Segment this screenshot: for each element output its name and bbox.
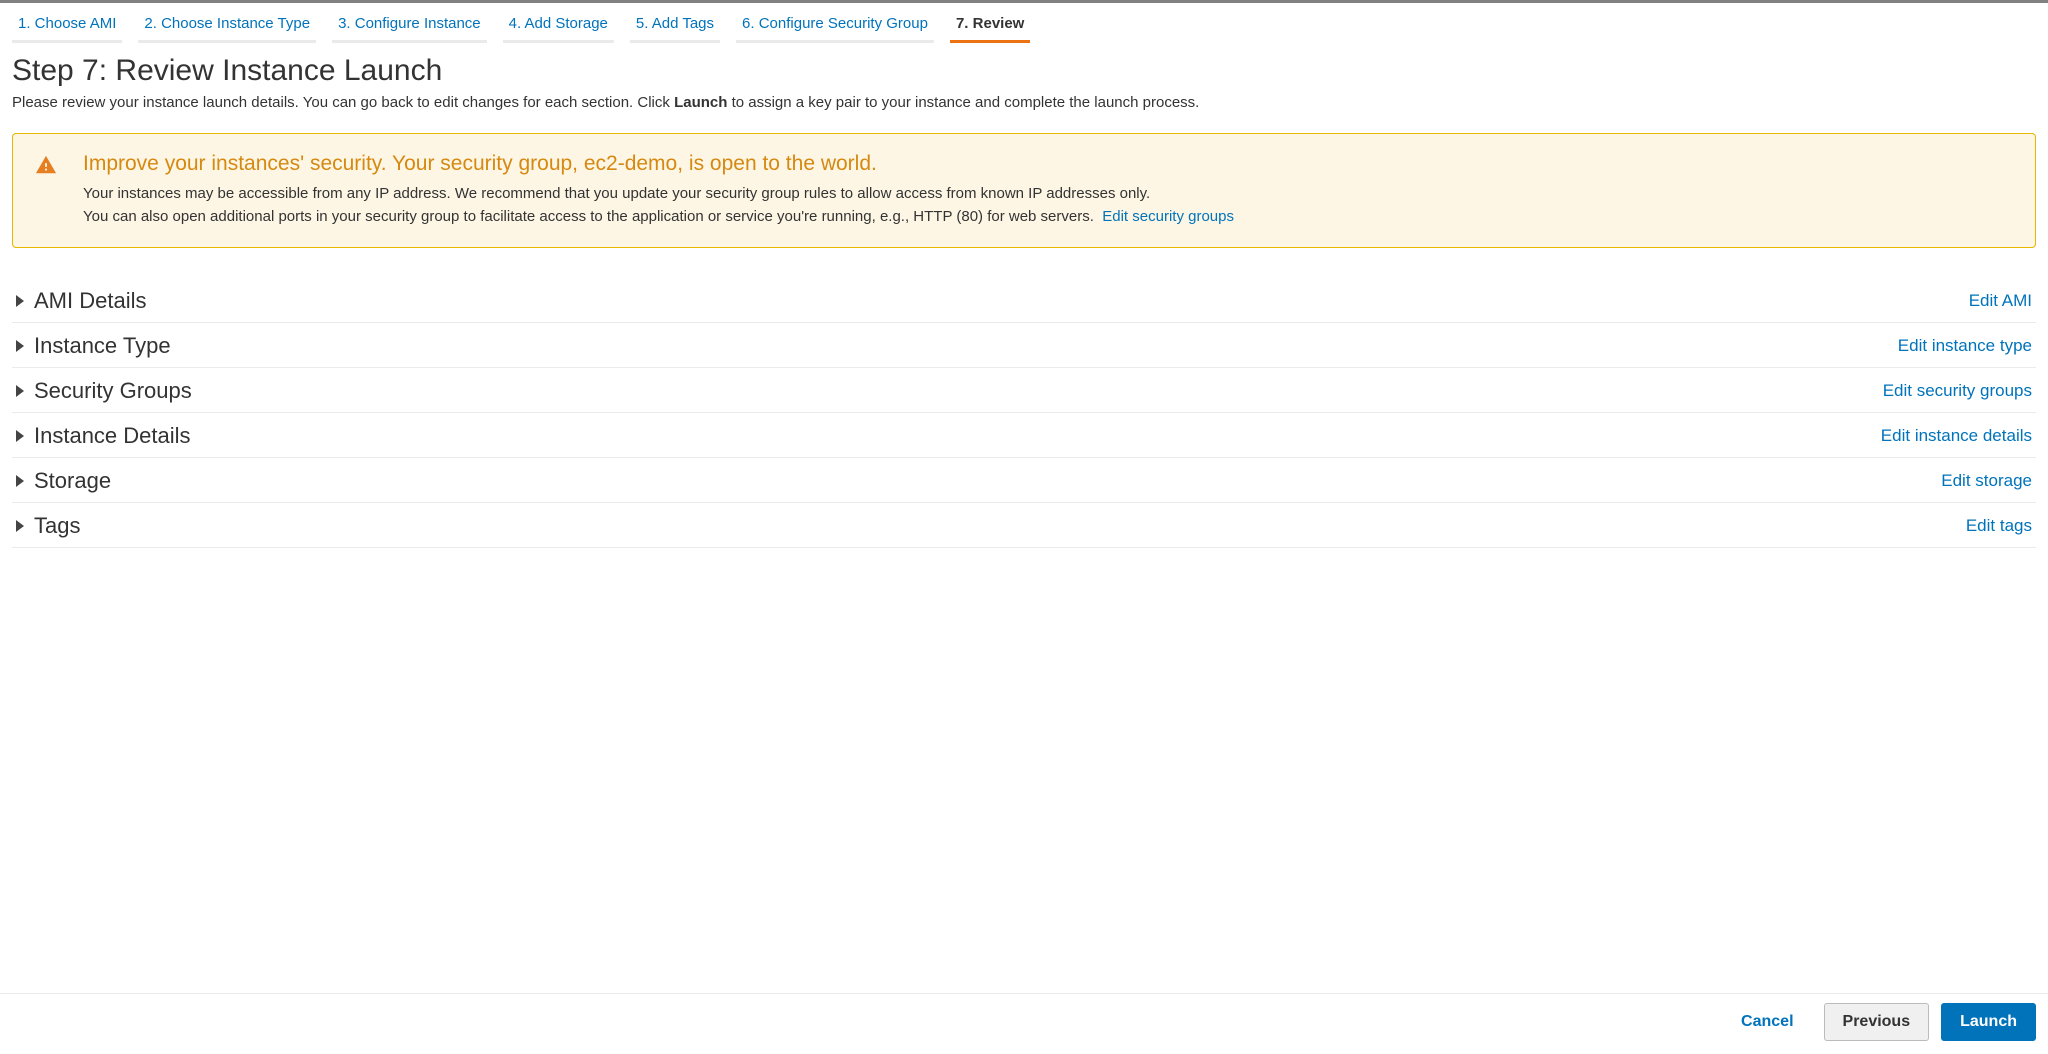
section-title-instance-details: Instance Details	[34, 423, 191, 449]
edit-storage-link[interactable]: Edit storage	[1941, 471, 2032, 491]
subtitle-suffix: to assign a key pair to your instance an…	[727, 94, 1199, 111]
subtitle-bold: Launch	[674, 94, 727, 111]
section-title-instance-type: Instance Type	[34, 333, 171, 359]
disclosure-icon[interactable]	[16, 340, 24, 352]
warning-body: Improve your instances' security. Your s…	[83, 152, 1234, 229]
warning-text: Your instances may be accessible from an…	[83, 182, 1234, 229]
disclosure-icon[interactable]	[16, 430, 24, 442]
disclosure-icon[interactable]	[16, 475, 24, 487]
content-area: Step 7: Review Instance Launch Please re…	[0, 44, 2048, 558]
wizard-step-add-storage[interactable]: 4. Add Storage	[503, 11, 614, 43]
edit-instance-type-link[interactable]: Edit instance type	[1898, 336, 2032, 356]
warning-title: Improve your instances' security. Your s…	[83, 152, 1234, 176]
section-title-storage: Storage	[34, 468, 111, 494]
section-instance-type: Instance Type Edit instance type	[12, 323, 2036, 368]
footer-actions: Cancel Previous Launch	[1723, 1003, 2036, 1041]
disclosure-icon[interactable]	[16, 295, 24, 307]
wizard-step-review[interactable]: 7. Review	[950, 11, 1030, 43]
edit-tags-link[interactable]: Edit tags	[1966, 516, 2032, 536]
section-title-tags: Tags	[34, 513, 80, 539]
subtitle-prefix: Please review your instance launch detai…	[12, 94, 674, 111]
wizard-step-choose-instance-type[interactable]: 2. Choose Instance Type	[138, 11, 316, 43]
warning-edit-security-groups-link[interactable]: Edit security groups	[1102, 208, 1234, 225]
security-warning-panel: Improve your instances' security. Your s…	[12, 133, 2036, 248]
disclosure-icon[interactable]	[16, 520, 24, 532]
warning-line1: Your instances may be accessible from an…	[83, 185, 1150, 202]
edit-instance-details-link[interactable]: Edit instance details	[1881, 426, 2032, 446]
wizard-step-configure-security-group[interactable]: 6. Configure Security Group	[736, 11, 934, 43]
edit-ami-link[interactable]: Edit AMI	[1969, 291, 2032, 311]
footer-divider	[0, 993, 2048, 994]
warning-icon	[35, 154, 57, 229]
section-security-groups: Security Groups Edit security groups	[12, 368, 2036, 413]
cancel-button[interactable]: Cancel	[1723, 1004, 1811, 1040]
section-title-security-groups: Security Groups	[34, 378, 192, 404]
previous-button[interactable]: Previous	[1824, 1003, 1930, 1041]
page-title: Step 7: Review Instance Launch	[12, 54, 2036, 88]
launch-button[interactable]: Launch	[1941, 1003, 2036, 1041]
section-ami-details: AMI Details Edit AMI	[12, 278, 2036, 323]
wizard-step-choose-ami[interactable]: 1. Choose AMI	[12, 11, 122, 43]
warning-line2: You can also open additional ports in yo…	[83, 208, 1094, 225]
section-instance-details: Instance Details Edit instance details	[12, 413, 2036, 458]
section-tags: Tags Edit tags	[12, 503, 2036, 548]
disclosure-icon[interactable]	[16, 385, 24, 397]
wizard-steps: 1. Choose AMI 2. Choose Instance Type 3.…	[0, 3, 2048, 44]
wizard-step-add-tags[interactable]: 5. Add Tags	[630, 11, 720, 43]
page-subtitle: Please review your instance launch detai…	[12, 94, 2036, 111]
edit-security-groups-link[interactable]: Edit security groups	[1883, 381, 2032, 401]
section-storage: Storage Edit storage	[12, 458, 2036, 503]
wizard-step-configure-instance[interactable]: 3. Configure Instance	[332, 11, 487, 43]
section-title-ami: AMI Details	[34, 288, 146, 314]
